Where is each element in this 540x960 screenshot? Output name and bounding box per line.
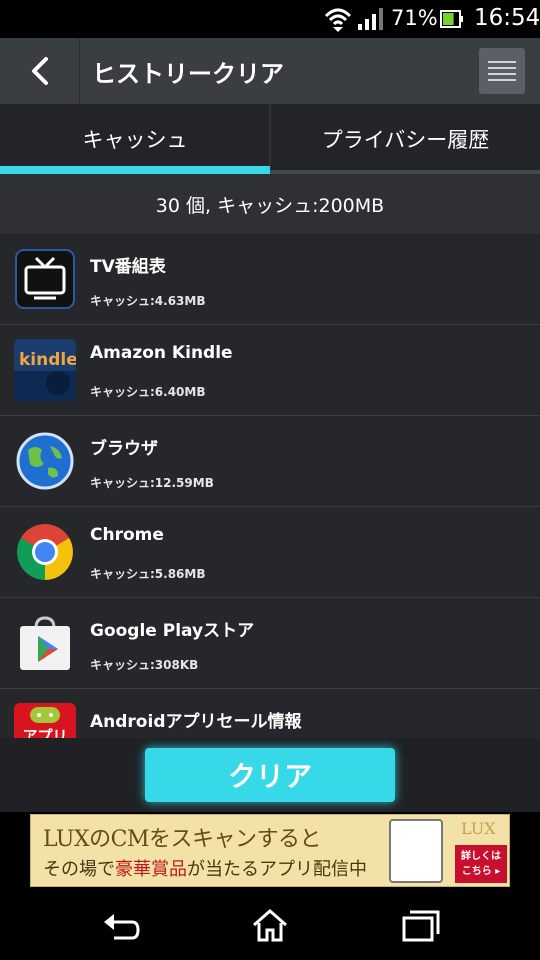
ad-subline: その場で豪華賞品が当たるアプリ配信中 bbox=[43, 859, 367, 880]
list-item-tv-guide[interactable]: TV番組表 キャッシュ:4.63MB bbox=[0, 234, 540, 325]
list-item-chrome[interactable]: Chrome キャッシュ:5.86MB bbox=[0, 507, 540, 598]
kindle-icon: kindle bbox=[14, 339, 76, 401]
cache-summary: 30 個, キャッシュ:200MB bbox=[0, 174, 540, 234]
ad-banner[interactable]: LUXのCMをスキャンすると その場で豪華賞品が当たるアプリ配信中 LUX 詳し… bbox=[30, 814, 510, 887]
app-cache-size: キャッシュ:6.40MB bbox=[90, 385, 206, 399]
ad-phone-image bbox=[389, 819, 443, 883]
app-cache-size: キャッシュ:4.63MB bbox=[90, 294, 206, 308]
active-tab-indicator bbox=[0, 166, 270, 174]
app-header: ヒストリークリア bbox=[0, 38, 540, 104]
app-cache-list[interactable]: TV番組表 キャッシュ:4.63MB kindle Amazon Kindle … bbox=[0, 234, 540, 738]
ad-headline: LUXのCMをスキャンすると bbox=[43, 827, 321, 852]
app-cache-size: キャッシュ:5.86MB bbox=[90, 567, 206, 581]
app-name: ブラウザ bbox=[90, 439, 158, 459]
play-store-icon bbox=[20, 616, 70, 670]
page-title: ヒストリークリア bbox=[92, 60, 284, 88]
app-name: TV番組表 bbox=[90, 257, 166, 277]
status-bar: 71% 16:54 bbox=[0, 0, 540, 38]
recent-apps-icon[interactable] bbox=[400, 908, 440, 942]
app-cache-size: キャッシュ:12.59MB bbox=[90, 476, 214, 490]
ad-detail-button[interactable]: 詳しくは こちら ▸ bbox=[455, 845, 507, 883]
app-name: Amazon Kindle bbox=[90, 343, 233, 363]
globe-icon bbox=[16, 432, 74, 490]
app-name: Chrome bbox=[90, 525, 164, 545]
chrome-icon bbox=[17, 524, 73, 580]
action-bar: クリア bbox=[0, 738, 540, 812]
battery-icon bbox=[440, 10, 463, 28]
tab-privacy-history[interactable]: プライバシー履歴 bbox=[271, 104, 540, 174]
ad-brand: LUX bbox=[461, 819, 496, 838]
clear-button[interactable]: クリア bbox=[145, 748, 395, 802]
ad-area: LUXのCMをスキャンすると その場で豪華賞品が当たるアプリ配信中 LUX 詳し… bbox=[0, 812, 540, 888]
back-button[interactable] bbox=[0, 38, 80, 104]
list-item-browser[interactable]: ブラウザ キャッシュ:12.59MB bbox=[0, 416, 540, 507]
back-nav-icon[interactable] bbox=[102, 908, 142, 942]
menu-button[interactable] bbox=[479, 48, 525, 94]
clock: 16:54 bbox=[474, 5, 540, 31]
chevron-left-icon bbox=[31, 57, 48, 85]
list-item-kindle[interactable]: kindle Amazon Kindle キャッシュ:6.40MB bbox=[0, 325, 540, 416]
android-sale-icon: アプリ bbox=[14, 703, 76, 738]
app-cache-size: キャッシュ:308KB bbox=[90, 658, 199, 672]
menu-icon bbox=[488, 61, 516, 63]
wifi-icon bbox=[324, 8, 352, 32]
tab-bar: キャッシュ プライバシー履歴 bbox=[0, 104, 540, 174]
android-sale-icon-text: アプリ bbox=[22, 727, 67, 738]
kindle-icon-text: kindle bbox=[19, 350, 76, 370]
list-item-play-store[interactable]: Google Playストア キャッシュ:308KB bbox=[0, 598, 540, 689]
system-nav-bar bbox=[0, 888, 540, 960]
tab-cache[interactable]: キャッシュ bbox=[0, 104, 270, 174]
home-nav-icon[interactable] bbox=[250, 908, 290, 942]
list-item-android-sale[interactable]: アプリ Androidアプリセール情報 bbox=[0, 689, 540, 738]
signal-icon bbox=[358, 8, 383, 30]
battery-percent: 71% bbox=[391, 6, 438, 30]
tv-guide-icon bbox=[15, 249, 75, 309]
app-name: Androidアプリセール情報 bbox=[90, 712, 302, 732]
app-name: Google Playストア bbox=[90, 621, 255, 641]
